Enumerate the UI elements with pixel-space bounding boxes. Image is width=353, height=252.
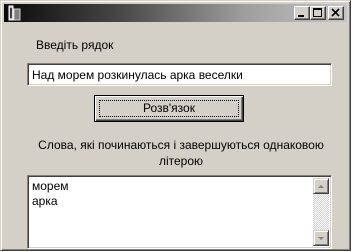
input-label: Введіть рядок (36, 38, 114, 52)
solve-button[interactable]: Розв'язок (94, 95, 244, 122)
scroll-down-button[interactable] (313, 230, 329, 246)
maximize-button[interactable] (310, 6, 326, 20)
app-icon[interactable] (7, 5, 23, 21)
solve-button-label: Розв'язок (143, 101, 195, 115)
result-listbox[interactable]: морем арка (27, 175, 332, 249)
close-button[interactable] (328, 6, 344, 20)
maximize-icon (313, 8, 322, 17)
title-bar[interactable] (4, 4, 347, 22)
result-label: Слова, які починаються і завершуються од… (38, 138, 324, 168)
vertical-scrollbar[interactable] (313, 178, 329, 246)
minimize-button[interactable] (294, 6, 310, 20)
close-icon (331, 8, 340, 17)
string-input[interactable] (27, 63, 332, 86)
list-items: морем арка (32, 179, 69, 209)
arrow-up-icon (318, 185, 324, 188)
scroll-up-button[interactable] (313, 178, 329, 194)
list-item[interactable]: арка (32, 194, 69, 209)
list-item[interactable]: морем (32, 179, 69, 194)
app-window: Введіть рядок Розв'язок Слова, які почин… (0, 0, 351, 251)
arrow-down-icon (318, 237, 324, 240)
minimize-icon (298, 15, 304, 17)
